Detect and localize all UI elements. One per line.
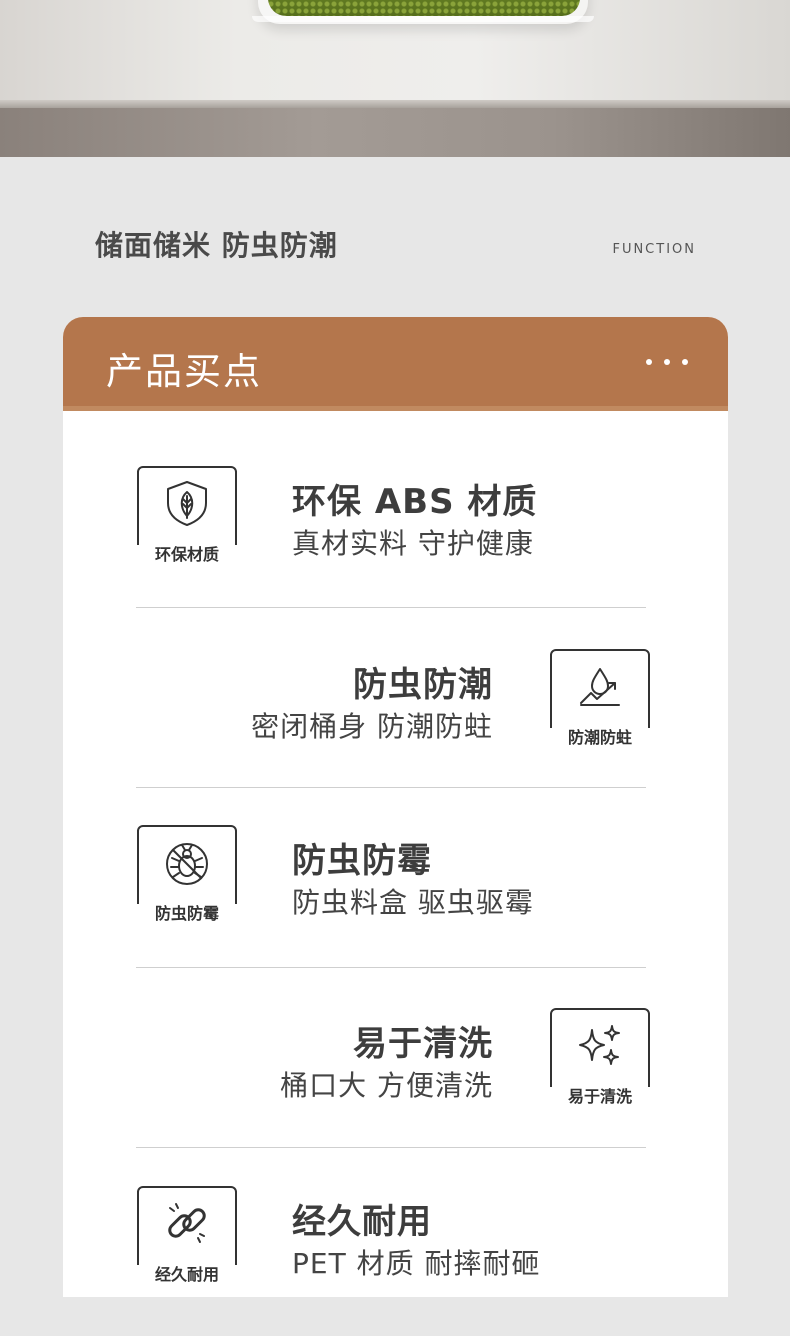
feature-icon-box: 防虫防霉: [135, 825, 239, 924]
feature-title: 防虫防霉: [292, 841, 432, 881]
feature-subtitle: 桶口大 方便清洗: [280, 1069, 493, 1102]
feature-title: 环保 ABS 材质: [292, 482, 538, 522]
water-drop-icon: [580, 668, 620, 706]
feature-subtitle: 防虫料盒 驱虫驱霉: [292, 886, 534, 919]
more-dots-icon: [646, 359, 688, 365]
sparkle-icon: [579, 1025, 620, 1065]
feature-badge: 易于清洗: [548, 1087, 652, 1107]
feature-subtitle: PET 材质 耐摔耐砸: [292, 1247, 541, 1280]
feature-title: 易于清洗: [353, 1024, 493, 1064]
divider: [136, 1147, 646, 1148]
feature-title: 防虫防潮: [353, 665, 493, 705]
card-header: 产品买点: [63, 317, 728, 406]
feature-durable: 经久耐用 经久耐用 PET 材质 耐摔耐砸: [0, 1186, 790, 1336]
feature-subtitle: 密闭桶身 防潮防蛀: [251, 710, 493, 743]
countertop-edge: [0, 100, 790, 108]
chain-link-icon: [168, 1203, 206, 1243]
leaf-shield-icon: [167, 481, 207, 526]
section-subtitle: FUNCTION: [612, 242, 696, 257]
feature-badge: 防潮防蛀: [548, 728, 652, 748]
feature-easy-clean: 易于清洗 桶口大 方便清洗 易于清洗: [0, 1008, 790, 1158]
feature-eco-material: 环保材质 环保 ABS 材质 真材实料 守护健康: [0, 466, 790, 616]
no-bug-icon: [166, 843, 208, 885]
divider: [136, 967, 646, 968]
divider: [136, 607, 646, 608]
jar-rim: [252, 16, 594, 22]
feature-title: 经久耐用: [292, 1202, 432, 1242]
feature-badge: 防虫防霉: [135, 904, 239, 924]
feature-subtitle: 真材实料 守护健康: [292, 527, 534, 560]
section-title: 储面储米 防虫防潮: [95, 229, 338, 262]
feature-icon-box: 环保材质: [135, 466, 239, 565]
feature-moisture-proof: 防虫防潮 密闭桶身 防潮防蛀 防潮防蛀: [0, 649, 790, 799]
mung-beans: [268, 0, 580, 16]
header-underline: [63, 406, 728, 411]
feature-icon-box: 易于清洗: [548, 1008, 652, 1107]
divider: [136, 787, 646, 788]
feature-icon-box: 防潮防蛀: [548, 649, 652, 748]
feature-badge: 环保材质: [135, 545, 239, 565]
card-title: 产品买点: [106, 350, 262, 393]
feature-insect-mold-proof: 防虫防霉 防虫防霉 防虫料盒 驱虫驱霉: [0, 825, 790, 975]
hero-photo: [0, 0, 790, 157]
cabinet: [0, 108, 790, 157]
feature-badge: 经久耐用: [135, 1265, 239, 1285]
feature-icon-box: 经久耐用: [135, 1186, 239, 1285]
